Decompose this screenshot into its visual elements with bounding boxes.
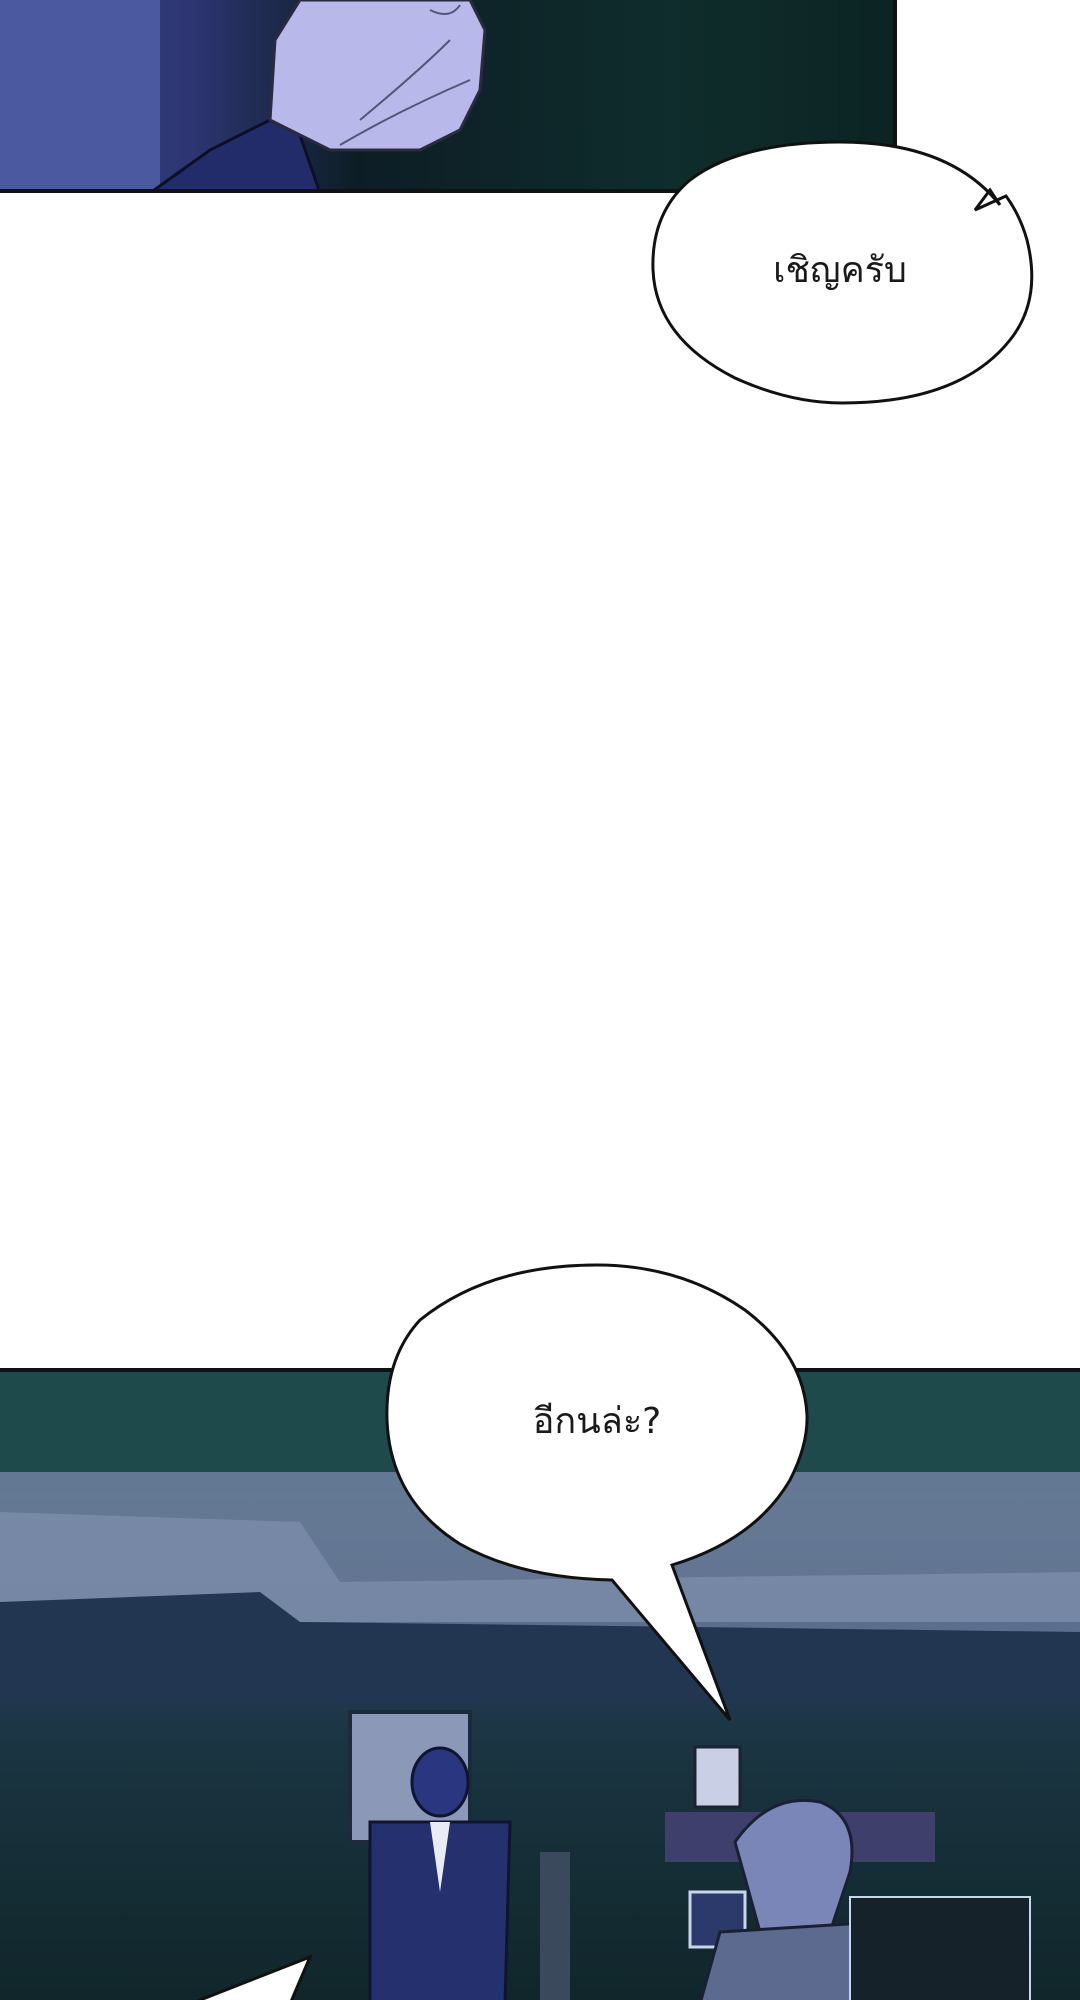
speech-bubble-top-text: เชิญครับ <box>773 250 907 291</box>
speech-bubble-middle-text: อีกนล่ะ? <box>533 1401 662 1442</box>
speech-bubble-top: เชิญครับ <box>651 140 1034 405</box>
speech-bubbles-layer: เชิญครับ อีกนล่ะ? <box>385 140 1034 1721</box>
speech-bubble-shape <box>385 1263 809 1721</box>
speech-bubble-middle: อีกนล่ะ? <box>385 1263 809 1721</box>
